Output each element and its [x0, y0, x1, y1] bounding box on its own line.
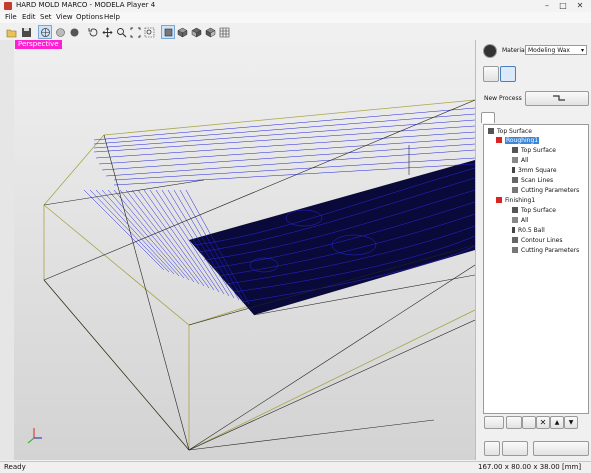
zoom-icon[interactable]	[114, 25, 128, 39]
tool-icon	[512, 167, 515, 173]
tree-label: 3mm Square	[518, 167, 557, 174]
process-icon	[496, 197, 502, 203]
tree-item[interactable]: R0.5 Ball	[512, 227, 545, 235]
tree-label: Roughing1	[505, 137, 540, 144]
view-mode-icon[interactable]	[483, 66, 499, 82]
tree-label: Top Surface	[521, 207, 556, 214]
cube-iso-icon[interactable]	[203, 25, 217, 39]
tree-process-roughing[interactable]: Roughing1	[496, 137, 540, 145]
save-icon[interactable]	[19, 25, 33, 39]
window-title: HARD MOLD MARCO - MODELA Player 4	[16, 1, 156, 9]
tree-item[interactable]: All	[512, 217, 528, 225]
tree-item[interactable]: All	[512, 157, 528, 165]
status-bar: Ready 167.00 x 80.00 x 38.00 [mm]	[0, 461, 591, 473]
viewport-3d[interactable]: Perspective	[14, 40, 476, 460]
menu-view[interactable]: View	[56, 13, 73, 21]
edit-button[interactable]	[506, 416, 522, 429]
app-icon	[4, 2, 12, 10]
toolpath-button[interactable]	[484, 416, 504, 429]
sphere-dark-icon[interactable]	[67, 25, 81, 39]
tree-label: Finishing1	[505, 197, 536, 204]
move-down-button[interactable]: ▼	[564, 416, 578, 429]
cut-button[interactable]	[533, 441, 589, 456]
pan-icon[interactable]	[100, 25, 114, 39]
tree-item[interactable]: Cutting Parameters	[512, 187, 579, 195]
toolpath-view	[27, 99, 475, 452]
material-select[interactable]: Modeling Wax ▾	[525, 45, 587, 55]
surface-icon	[512, 207, 518, 213]
dimensions-readout: 167.00 x 80.00 x 38.00 [mm]	[478, 463, 582, 471]
perspective-label: Perspective	[15, 40, 62, 49]
grid-icon[interactable]	[217, 25, 231, 39]
delete-button[interactable]: ✕	[536, 416, 550, 429]
tree-item[interactable]: Cutting Parameters	[512, 247, 579, 255]
chevron-down-icon: ▾	[580, 47, 584, 54]
new-process-button[interactable]	[525, 91, 589, 106]
tree-label: R0.5 Ball	[518, 227, 545, 234]
tree-item[interactable]: Contour Lines	[512, 237, 563, 245]
tree-label: Top Surface	[521, 147, 556, 154]
tree-label: Cutting Parameters	[521, 187, 580, 194]
simulate-button[interactable]	[502, 441, 528, 456]
material-label: Material	[502, 47, 527, 54]
menu-options[interactable]: Options	[76, 13, 103, 21]
tree-item[interactable]: Scan Lines	[512, 177, 553, 185]
tree-root[interactable]: Top Surface	[488, 128, 532, 136]
axis-indicator	[27, 428, 42, 444]
preview-button[interactable]	[484, 441, 500, 456]
zoom-window-icon[interactable]	[142, 25, 156, 39]
tool-icon	[512, 227, 515, 233]
process-tree: Top Surface Roughing1 Top Surface All 3m…	[483, 124, 589, 414]
tree-process-finishing[interactable]: Finishing1	[496, 197, 535, 205]
parameters-icon	[512, 187, 518, 193]
parameters-icon	[512, 247, 518, 253]
material-value: Modeling Wax	[528, 47, 570, 54]
menu-help[interactable]: Help	[104, 13, 120, 21]
cube-side-icon[interactable]	[189, 25, 203, 39]
sphere-icon[interactable]	[53, 25, 67, 39]
tree-label: Contour Lines	[521, 237, 563, 244]
open-folder-icon[interactable]	[4, 25, 18, 39]
tree-label: All	[521, 217, 529, 224]
tree-label: Cutting Parameters	[521, 247, 580, 254]
close-icon[interactable]: ✕	[575, 1, 585, 10]
maximize-icon[interactable]: □	[558, 1, 568, 10]
stock-icon	[488, 128, 494, 134]
tree-label: Scan Lines	[521, 177, 554, 184]
tree-item[interactable]: Top Surface	[512, 207, 556, 215]
cube-front-icon[interactable]	[161, 25, 175, 39]
process-icon	[496, 137, 502, 143]
menu-file[interactable]: File	[5, 13, 17, 21]
menu-edit[interactable]: Edit	[22, 13, 36, 21]
copy-button[interactable]	[522, 416, 536, 429]
area-icon	[512, 217, 518, 223]
globe-icon[interactable]	[38, 25, 52, 39]
fit-icon[interactable]	[128, 25, 142, 39]
new-process-label: New Process	[484, 95, 522, 102]
area-icon	[512, 157, 518, 163]
move-up-button[interactable]: ▲	[550, 416, 564, 429]
left-strip	[0, 40, 15, 460]
material-icon[interactable]	[483, 44, 497, 58]
tree-label: Top Surface	[497, 128, 532, 135]
minimize-icon[interactable]: –	[542, 1, 552, 10]
tree-label: All	[521, 157, 529, 164]
rotate-icon[interactable]	[86, 25, 100, 39]
lines-icon	[512, 237, 518, 243]
process-mode-icon[interactable]	[500, 66, 516, 82]
surface-icon	[512, 147, 518, 153]
tree-item[interactable]: 3mm Square	[512, 167, 557, 175]
tree-item[interactable]: Top Surface	[512, 147, 556, 155]
toolbar	[0, 23, 591, 41]
tree-tab[interactable]	[481, 112, 495, 123]
menu-set[interactable]: Set	[40, 13, 52, 21]
cube-top-icon[interactable]	[175, 25, 189, 39]
menu-bar: File Edit Set View Options Help	[0, 12, 591, 23]
status-text: Ready	[4, 463, 26, 471]
lines-icon	[512, 177, 518, 183]
